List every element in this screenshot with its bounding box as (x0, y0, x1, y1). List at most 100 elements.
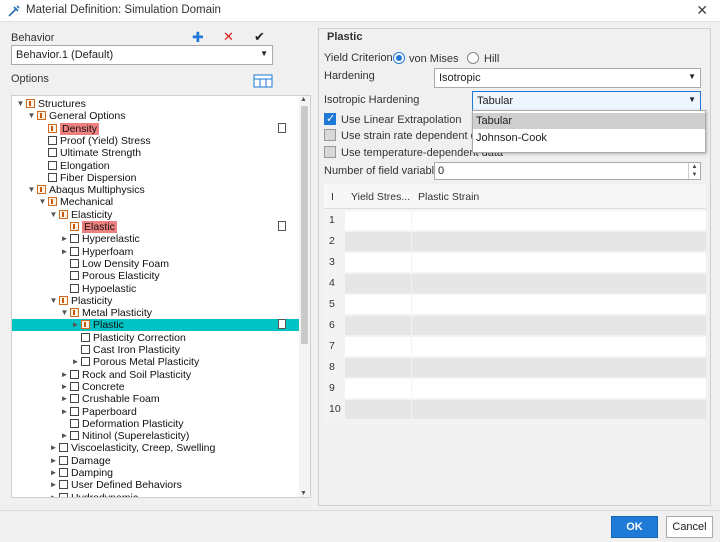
collapse-arrow-icon[interactable]: ► (60, 430, 69, 442)
tree-item[interactable]: Density (12, 122, 300, 135)
tree-checkbox[interactable] (59, 443, 68, 453)
yield-stress-cell[interactable] (345, 274, 411, 293)
tree-checkbox[interactable] (59, 492, 68, 497)
tree-checkbox[interactable] (70, 234, 79, 244)
tree-checkbox[interactable] (70, 283, 79, 293)
yield-stress-cell[interactable] (345, 253, 411, 272)
tree-item[interactable]: ► Nitinol (Superelasticity) (12, 430, 300, 442)
column-header-plastic-strain[interactable]: Plastic Strain (418, 191, 479, 203)
table-view-icon[interactable] (253, 74, 273, 88)
tree-checkbox[interactable] (81, 357, 90, 367)
plastic-strain-cell[interactable] (412, 400, 706, 419)
scrollbar-thumb[interactable] (301, 106, 308, 344)
tree-item[interactable]: ► Hyperfoam (12, 246, 300, 258)
strain-rate-checkbox[interactable] (324, 129, 336, 141)
tree-item[interactable]: ► Viscoelasticity, Creep, Swelling (12, 442, 300, 454)
behavior-present-icon[interactable] (37, 185, 46, 195)
plastic-strain-cell[interactable] (412, 232, 706, 251)
plastic-strain-cell[interactable] (412, 211, 706, 230)
tree-checkbox[interactable] (70, 431, 79, 441)
tree-item[interactable]: Hypoelastic (12, 283, 300, 295)
yield-stress-cell[interactable] (345, 211, 411, 230)
behavior-present-icon[interactable] (48, 197, 57, 207)
von-mises-radio[interactable] (393, 52, 405, 64)
cancel-button[interactable]: Cancel (666, 516, 713, 538)
tree-scrollbar[interactable]: ▲ ▼ (299, 96, 310, 497)
collapse-arrow-icon[interactable]: ► (49, 442, 58, 454)
behavior-present-icon[interactable] (59, 295, 68, 305)
dropdown-option-johnson-cook[interactable]: Johnson-Cook (473, 130, 705, 146)
table-row[interactable]: 7 (324, 336, 706, 357)
tree-item[interactable]: Elastic (12, 221, 300, 233)
behavior-present-icon[interactable] (81, 320, 90, 330)
hill-radio[interactable] (467, 52, 479, 64)
expand-arrow-icon[interactable]: ▼ (27, 184, 36, 196)
tree-item[interactable]: Deformation Plasticity (12, 418, 300, 430)
expand-arrow-icon[interactable]: ▼ (49, 209, 58, 221)
tree-item[interactable]: Low Density Foam (12, 258, 300, 270)
behavior-present-icon[interactable] (26, 99, 35, 108)
delete-behavior-icon[interactable]: ✕ (223, 30, 234, 44)
plastic-strain-cell[interactable] (412, 379, 706, 398)
tree-checkbox[interactable] (70, 271, 79, 281)
tree-checkbox[interactable] (70, 258, 79, 268)
behavior-select[interactable]: Behavior.1 (Default) ▼ (11, 45, 273, 65)
behavior-present-icon[interactable] (59, 209, 68, 219)
edit-document-icon[interactable] (278, 319, 286, 330)
behavior-present-icon[interactable] (48, 123, 57, 133)
tree-checkbox[interactable] (59, 455, 68, 465)
plastic-strain-cell[interactable] (412, 274, 706, 293)
tree-item[interactable]: ► User Defined Behaviors (12, 479, 300, 491)
plastic-strain-cell[interactable] (412, 316, 706, 335)
table-row[interactable]: 4 (324, 273, 706, 294)
temperature-checkbox[interactable] (324, 146, 336, 158)
table-row[interactable]: 10 (324, 399, 706, 420)
expand-arrow-icon[interactable]: ▼ (49, 295, 58, 307)
behavior-present-icon[interactable] (70, 222, 79, 231)
edit-document-icon[interactable] (278, 221, 286, 231)
scroll-up-icon[interactable]: ▲ (300, 96, 307, 103)
tree-checkbox[interactable] (48, 160, 57, 170)
behavior-present-icon[interactable] (70, 308, 79, 318)
expand-arrow-icon[interactable]: ▼ (27, 110, 36, 122)
ok-button[interactable]: OK (611, 516, 658, 538)
collapse-arrow-icon[interactable]: ► (60, 246, 69, 258)
linear-extrapolation-checkbox[interactable] (324, 112, 336, 125)
collapse-arrow-icon[interactable]: ► (49, 479, 58, 491)
tree-item[interactable]: ► Hydrodynamic (12, 492, 300, 497)
collapse-arrow-icon[interactable]: ► (60, 393, 69, 405)
tree-item[interactable]: ▼ Structures (12, 98, 300, 110)
collapse-arrow-icon[interactable]: ► (60, 406, 69, 418)
tree-item[interactable]: ▼ Metal Plasticity (12, 307, 300, 319)
collapse-arrow-icon[interactable]: ► (49, 492, 58, 497)
table-row[interactable]: 3 (324, 252, 706, 273)
tree-item[interactable]: ► Paperboard (12, 406, 300, 418)
spinner-arrows-icon[interactable]: ▲ ▼ (688, 163, 700, 179)
table-row[interactable]: 8 (324, 357, 706, 378)
yield-stress-cell[interactable] (345, 316, 411, 335)
tree-checkbox[interactable] (81, 332, 90, 342)
collapse-arrow-icon[interactable]: ► (60, 381, 69, 393)
tree-item[interactable]: ► Concrete (12, 381, 300, 393)
collapse-arrow-icon[interactable]: ► (71, 319, 80, 331)
tree-checkbox[interactable] (81, 345, 90, 354)
expand-arrow-icon[interactable]: ▼ (38, 196, 47, 208)
plastic-strain-cell[interactable] (412, 337, 706, 356)
tree-item[interactable]: Plasticity Correction (12, 332, 300, 344)
tree-item[interactable]: ► Porous Metal Plasticity (12, 356, 300, 368)
tree-item[interactable]: ► Plastic (12, 319, 300, 332)
isotropic-hardening-select[interactable]: Tabular ▼ (472, 91, 701, 111)
behavior-present-icon[interactable] (37, 111, 46, 121)
column-header-yield-stress[interactable]: Yield Stres... (351, 191, 410, 203)
tree-item[interactable]: ► Hyperelastic (12, 233, 300, 245)
plastic-strain-cell[interactable] (412, 358, 706, 377)
tree-item[interactable]: Elongation (12, 160, 300, 172)
tree-item[interactable]: ▼ Abaqus Multiphysics (12, 184, 300, 196)
plastic-strain-cell[interactable] (412, 295, 706, 314)
collapse-arrow-icon[interactable]: ► (49, 455, 58, 467)
scroll-down-icon[interactable]: ▼ (300, 490, 307, 497)
tree-checkbox[interactable] (48, 135, 57, 145)
close-window-icon[interactable]: ✕ (696, 2, 708, 19)
tree-item[interactable]: ▼ Plasticity (12, 295, 300, 307)
tree-checkbox[interactable] (59, 480, 68, 490)
